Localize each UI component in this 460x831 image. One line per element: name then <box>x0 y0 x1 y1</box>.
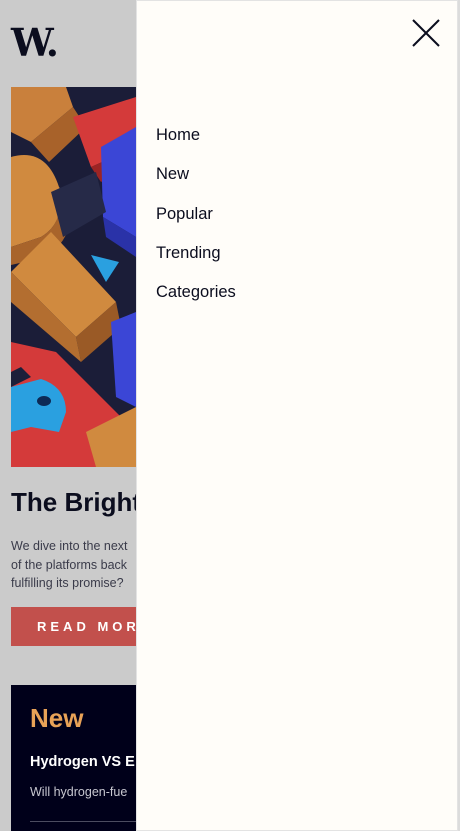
menu-link-trending[interactable]: Trending <box>156 244 221 262</box>
new-item-title[interactable]: Hydrogen VS E <box>30 754 135 770</box>
close-menu-button[interactable] <box>410 17 442 49</box>
hero-image <box>11 87 136 467</box>
menu-item-categories: Categories <box>156 278 236 317</box>
article-excerpt: We dive into the next of the platforms b… <box>11 537 151 593</box>
menu-item-popular: Popular <box>156 200 236 239</box>
site-logo[interactable]: W. <box>11 24 59 62</box>
menu-link-categories[interactable]: Categories <box>156 283 236 301</box>
excerpt-line: of the platforms back <box>11 557 128 572</box>
new-section-title: New <box>30 703 84 733</box>
article-headline[interactable]: The Bright <box>11 484 141 520</box>
menu-nav: Home New Popular Trending Categories <box>156 121 236 317</box>
section-divider <box>30 821 151 822</box>
new-item-description: Will hydrogen-fue <box>30 785 128 799</box>
excerpt-line: fulfilling its promise? <box>11 576 124 590</box>
excerpt-line: We dive into the next <box>11 539 128 553</box>
menu-link-home[interactable]: Home <box>156 126 200 144</box>
close-icon <box>412 19 440 47</box>
menu-item-trending: Trending <box>156 239 236 278</box>
new-articles-section: New Hydrogen VS E Will hydrogen-fue <box>11 685 151 831</box>
menu-link-new[interactable]: New <box>156 165 189 183</box>
mobile-menu-panel: Home New Popular Trending Categories <box>136 0 460 831</box>
menu-link-popular[interactable]: Popular <box>156 205 213 223</box>
menu-item-new: New <box>156 160 236 199</box>
menu-item-home: Home <box>156 121 236 160</box>
